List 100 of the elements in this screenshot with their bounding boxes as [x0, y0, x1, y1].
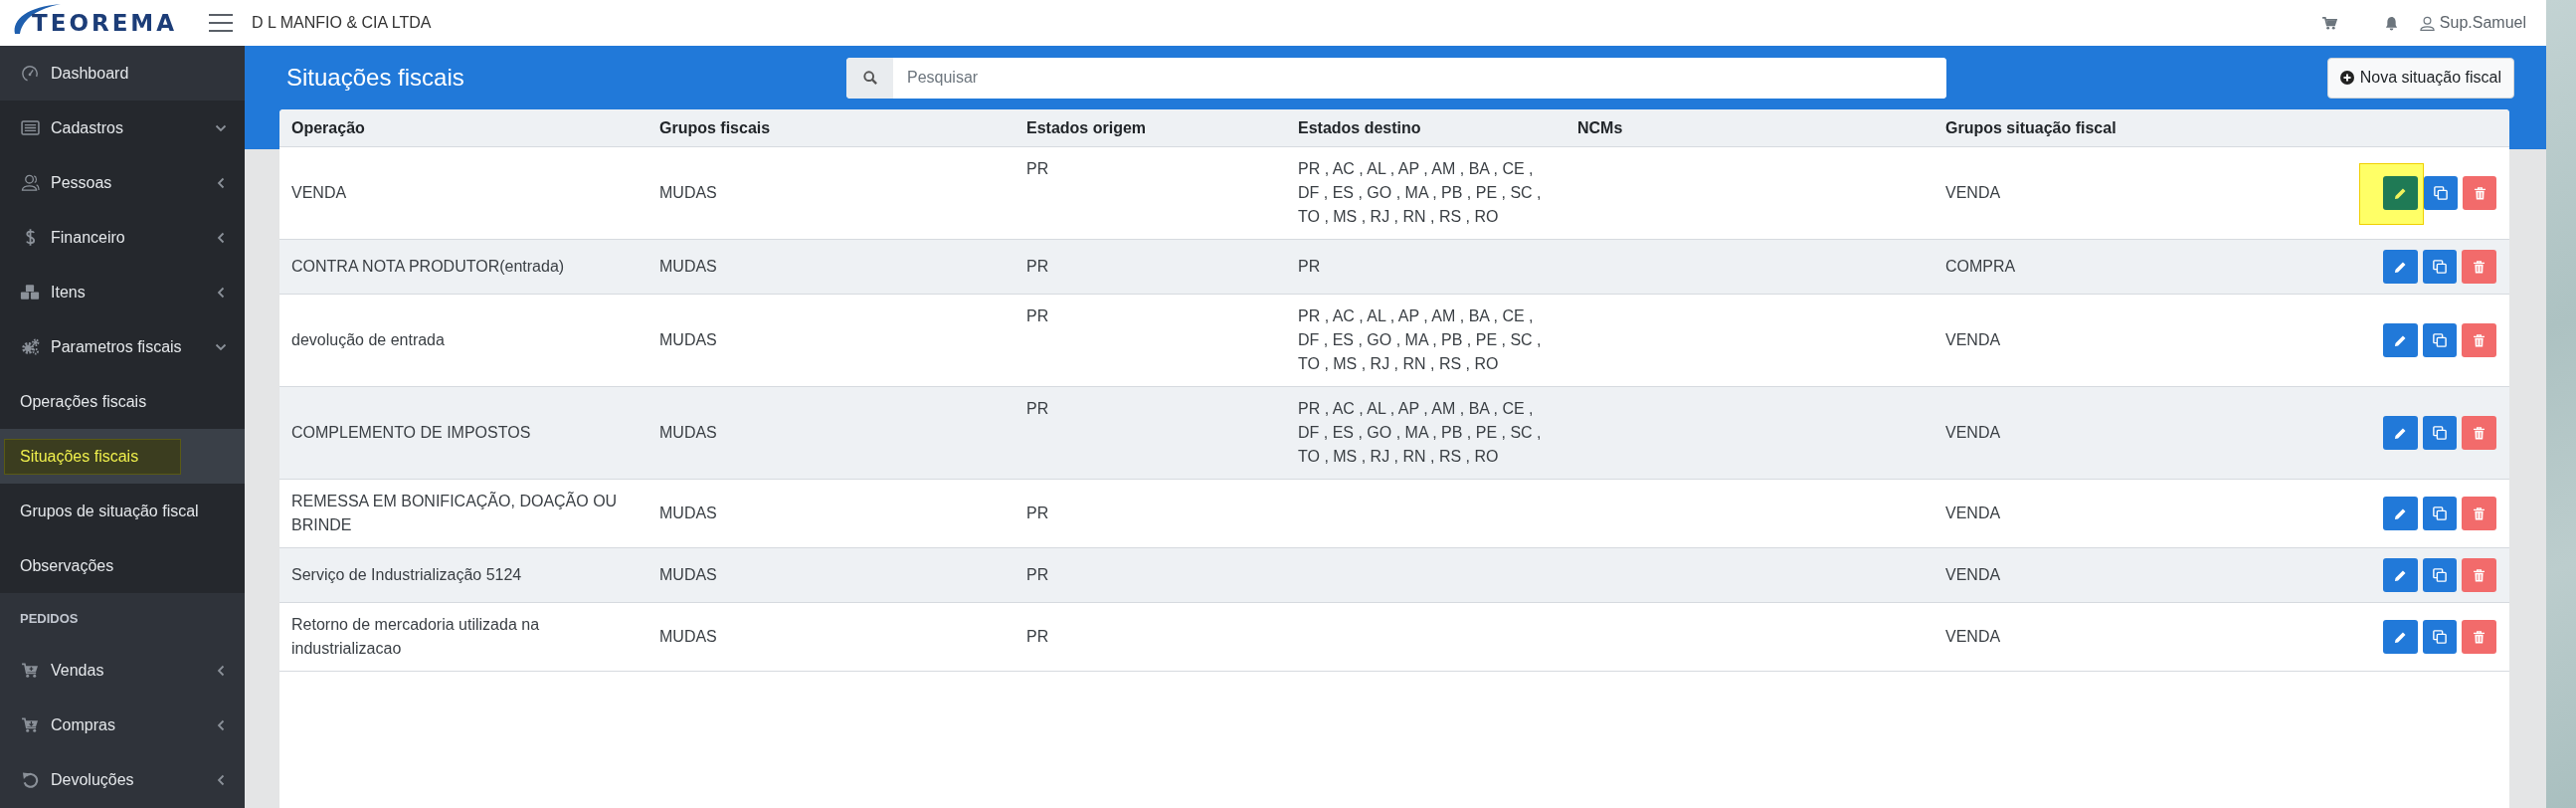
trash-icon: [2474, 568, 2485, 582]
cart-plus-icon: [21, 663, 39, 678]
sidebar-subitem[interactable]: Observações: [0, 538, 245, 593]
sidebar-item[interactable]: Financeiro: [0, 210, 245, 265]
copy-button[interactable]: [2422, 620, 2458, 654]
column-header: Grupos situação fiscal: [1945, 118, 2116, 136]
copy-icon: [2433, 426, 2447, 440]
cart-arrow-icon: [21, 717, 39, 732]
sidebar-item[interactable]: Compras: [0, 698, 245, 752]
column-header: Estados origem: [1026, 118, 1147, 136]
copy-button[interactable]: [2422, 558, 2458, 592]
delete-button[interactable]: [2462, 497, 2496, 530]
undo-icon: [21, 771, 39, 788]
origin-states: PR: [1026, 505, 1049, 521]
trash-icon: [2474, 506, 2485, 520]
destination-states: PR , AC , AL , AP , AM , BA , CE , DF , ES , GO , MA , PB , PE , SC , TO , MS , RJ , RN , RS , RO: [1298, 160, 1542, 225]
origin-states: PR: [1026, 566, 1049, 583]
situation-group: VENDA: [1945, 566, 2001, 583]
user-menu[interactable]: Sup.Samuel: [2419, 14, 2526, 32]
copy-icon: [2434, 186, 2448, 200]
sidebar-item[interactable]: Cadastros: [0, 101, 245, 155]
operation-name: devolução de entrada: [291, 331, 445, 348]
cubes-icon: [20, 284, 40, 301]
plus-circle-icon: [2339, 71, 2354, 85]
sidebar-subitem[interactable]: Operações fiscais: [0, 374, 245, 429]
edit-button[interactable]: [2383, 323, 2418, 357]
fiscal-group: MUDAS: [659, 566, 717, 583]
trash-icon: [2474, 630, 2485, 644]
edit-button[interactable]: [2383, 620, 2418, 654]
operation-name: VENDA: [291, 184, 347, 201]
search-icon: [862, 71, 877, 85]
fiscal-group: MUDAS: [659, 258, 717, 275]
sidebar-item[interactable]: Vendas: [0, 643, 245, 698]
fiscal-group: MUDAS: [659, 424, 717, 441]
copy-button[interactable]: [2422, 497, 2458, 530]
cart-icon[interactable]: [2321, 16, 2337, 30]
edit-button[interactable]: [2383, 250, 2418, 284]
sidebar-item[interactable]: Itens: [0, 265, 245, 319]
pencil-icon: [2393, 568, 2407, 582]
delete-button[interactable]: [2462, 250, 2496, 284]
section-heading: PEDIDOS: [19, 609, 80, 628]
column-header: Estados destino: [1298, 118, 1421, 136]
origin-states: PR: [1026, 628, 1049, 645]
cogs-icon: [20, 338, 40, 355]
delete-button[interactable]: [2462, 323, 2496, 357]
logo-text: TEOREMA: [32, 11, 178, 35]
menu-icon[interactable]: [209, 14, 233, 32]
trash-icon: [2474, 186, 2485, 200]
trash-icon: [2474, 260, 2485, 274]
origin-states: PR: [1026, 400, 1049, 417]
pencil-icon: [2393, 333, 2407, 347]
delete-button[interactable]: [2462, 558, 2496, 592]
search-field[interactable]: Pesquisar: [846, 57, 1946, 99]
fiscal-group: MUDAS: [659, 184, 717, 201]
copy-button[interactable]: [2424, 176, 2458, 210]
sidebar-subitem[interactable]: Situações fiscais: [0, 429, 245, 484]
column-header: Operação: [291, 118, 365, 136]
copy-button[interactable]: [2422, 416, 2458, 450]
operation-name: Retorno de mercadoria utilizada na industrializacao: [291, 616, 540, 657]
list-card-icon: [20, 120, 40, 135]
gauge-icon: [21, 64, 39, 83]
edit-button[interactable]: [2383, 558, 2418, 592]
fiscal-group: MUDAS: [659, 628, 717, 645]
destination-states: PR , AC , AL , AP , AM , BA , CE , DF , ES , GO , MA , PB , PE , SC , TO , MS , RJ , RN , RS , RO: [1298, 400, 1542, 465]
sidebar-item[interactable]: Pessoas: [0, 155, 245, 210]
edit-button[interactable]: [2383, 176, 2418, 210]
delete-button[interactable]: [2462, 416, 2496, 450]
situation-group: VENDA: [1945, 628, 2001, 645]
sidebar-item[interactable]: Devoluções: [0, 752, 245, 807]
sidebar-item[interactable]: Parametros fiscais: [0, 319, 245, 374]
copy-button[interactable]: [2422, 250, 2458, 284]
delete-button[interactable]: [2463, 176, 2496, 210]
fiscal-group: MUDAS: [659, 331, 717, 348]
origin-states: PR: [1026, 307, 1049, 324]
copy-button[interactable]: [2422, 323, 2458, 357]
copy-icon: [2433, 506, 2447, 520]
destination-states: PR , AC , AL , AP , AM , BA , CE , DF , ES , GO , MA , PB , PE , SC , TO , MS , RJ , RN , RS , RO: [1298, 307, 1542, 372]
users-icon: [20, 174, 40, 191]
copy-icon: [2433, 568, 2447, 582]
pencil-icon: [2393, 506, 2407, 520]
new-situation-button[interactable]: Nova situação fiscal: [2326, 57, 2514, 99]
destination-states: PR: [1298, 258, 1321, 275]
edit-button[interactable]: [2383, 497, 2418, 530]
pencil-icon: [2394, 186, 2407, 200]
sidebar-subitem[interactable]: Grupos de situação fiscal: [0, 484, 245, 538]
situation-group: VENDA: [1945, 184, 2001, 201]
bell-icon[interactable]: [2384, 15, 2398, 31]
company-name: D L MANFIO & CIA LTDA: [252, 14, 432, 32]
pencil-icon: [2393, 260, 2407, 274]
trash-icon: [2474, 333, 2485, 347]
edit-button[interactable]: [2383, 416, 2418, 450]
copy-icon: [2433, 333, 2447, 347]
delete-button[interactable]: [2462, 620, 2496, 654]
pencil-icon: [2393, 426, 2407, 440]
column-header: NCMs: [1577, 118, 1623, 136]
sidebar-item[interactable]: Dashboard: [0, 46, 245, 101]
situation-group: VENDA: [1945, 505, 2001, 521]
pencil-icon: [2393, 630, 2407, 644]
column-header: Grupos fiscais: [659, 118, 771, 136]
copy-icon: [2433, 260, 2447, 274]
